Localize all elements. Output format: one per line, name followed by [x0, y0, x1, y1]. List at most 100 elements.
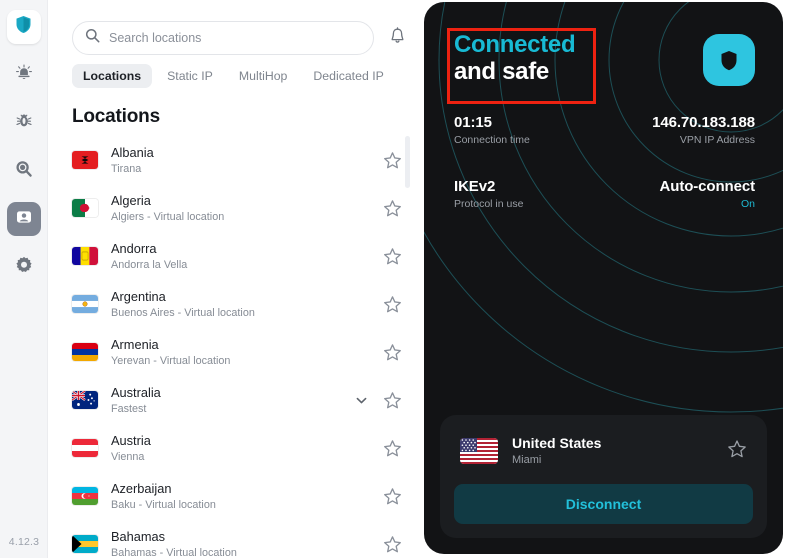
- location-row-actions: [383, 439, 402, 458]
- location-row-actions: [383, 487, 402, 506]
- metric-connection-time: 01:15 Connection time: [454, 114, 530, 146]
- bell-icon: [389, 26, 406, 50]
- star-icon[interactable]: [383, 343, 402, 362]
- location-country: Bahamas: [111, 528, 166, 544]
- current-server-text: United States Miami: [512, 435, 727, 467]
- connection-panel: Connected and safe 01:15 Connection time…: [424, 2, 783, 554]
- location-row[interactable]: Azerbaijan Baku - Virtual location: [48, 472, 424, 520]
- star-icon[interactable]: [383, 535, 402, 554]
- connection-time-value: 01:15: [454, 114, 492, 131]
- app-version: 4.12.3: [8, 536, 40, 548]
- sidebar-item-malware-scan[interactable]: [7, 106, 41, 140]
- auto-connect-label: Auto-connect: [659, 178, 756, 195]
- shield-logo-icon: [703, 34, 755, 86]
- chevron-down-icon[interactable]: [354, 393, 369, 408]
- location-row[interactable]: Albania Tirana: [48, 136, 424, 184]
- locations-panel: Locations Static IP MultiHop Dedicated I…: [48, 0, 424, 558]
- tab-multihop[interactable]: MultiHop: [228, 64, 299, 88]
- magnifier-icon: [15, 160, 33, 183]
- bell-bug-icon: [15, 63, 33, 87]
- location-row-actions: [383, 199, 402, 218]
- bug-icon: [15, 112, 33, 135]
- star-icon[interactable]: [383, 391, 402, 410]
- flag-ad: [72, 247, 98, 265]
- location-row[interactable]: Armenia Yerevan - Virtual location: [48, 328, 424, 376]
- gear-icon: [15, 256, 33, 279]
- star-icon[interactable]: [383, 439, 402, 458]
- location-country: Australia: [111, 384, 161, 400]
- star-icon[interactable]: [383, 151, 402, 170]
- sidebar-item-identity[interactable]: [6, 202, 41, 236]
- locations-list[interactable]: Albania Tirana Algeria Algiers - Virtual lo…: [48, 136, 424, 558]
- star-icon[interactable]: [727, 439, 747, 464]
- current-server-row[interactable]: United States Miami: [454, 431, 753, 471]
- location-text: Argentina Buenos Aires - Virtual location: [111, 289, 383, 320]
- location-row[interactable]: Algeria Algiers - Virtual location: [48, 184, 424, 232]
- location-country: Algeria: [111, 192, 151, 208]
- tab-dedicated-ip[interactable]: Dedicated IP: [302, 64, 394, 88]
- protocol-value: IKEv2: [454, 178, 496, 195]
- location-city: Andorra la Vella: [111, 258, 188, 271]
- search-input[interactable]: [109, 31, 361, 45]
- vpn-ip-label: VPN IP Address: [679, 134, 755, 146]
- metric-vpn-ip: 146.70.183.188 VPN IP Address: [652, 114, 755, 146]
- location-city: Bahamas - Virtual location: [111, 546, 237, 558]
- location-country: Azerbaijan: [111, 480, 172, 496]
- flag-dz: [72, 199, 98, 217]
- location-row[interactable]: Argentina Buenos Aires - Virtual location: [48, 280, 424, 328]
- search-row: [72, 21, 410, 55]
- location-row-actions: [383, 151, 402, 170]
- location-text: Azerbaijan Baku - Virtual location: [111, 481, 383, 512]
- person-card-icon: [15, 208, 33, 231]
- shield-icon: [15, 15, 32, 39]
- notifications-button[interactable]: [384, 25, 410, 51]
- location-country: Argentina: [111, 288, 166, 304]
- flag-am: [72, 343, 98, 361]
- flag-al: [72, 151, 98, 169]
- location-row-actions: [383, 247, 402, 266]
- location-city: Baku - Virtual location: [111, 498, 216, 511]
- location-row[interactable]: Bahamas Bahamas - Virtual location: [48, 520, 424, 558]
- location-text: Bahamas Bahamas - Virtual location: [111, 529, 383, 558]
- disconnect-button[interactable]: Disconnect: [454, 484, 753, 524]
- location-text: Algeria Algiers - Virtual location: [111, 193, 383, 224]
- scrollbar-thumb[interactable]: [405, 136, 410, 188]
- tab-static-ip[interactable]: Static IP: [156, 64, 224, 88]
- location-row[interactable]: Andorra Andorra la Vella: [48, 232, 424, 280]
- vpn-app-window: 4.12.3 Search locations Locations Static…: [0, 0, 787, 558]
- list-scrollbar[interactable]: [405, 136, 410, 558]
- metric-auto-connect[interactable]: Auto-connect On: [659, 178, 756, 210]
- location-city: Algiers - Virtual location: [111, 210, 225, 223]
- location-country: Armenia: [111, 336, 159, 352]
- location-row[interactable]: Australia Fastest: [48, 376, 424, 424]
- vpn-ip-value: 146.70.183.188: [652, 114, 755, 131]
- search-box[interactable]: [72, 21, 374, 55]
- page-title: Locations: [72, 106, 160, 127]
- sidebar-item-vpn[interactable]: [6, 10, 41, 44]
- metric-protocol: IKEv2 Protocol in use: [454, 178, 523, 210]
- location-city: Fastest: [111, 402, 147, 415]
- flag-au: [72, 391, 98, 409]
- star-icon[interactable]: [383, 295, 402, 314]
- location-row-actions: [383, 343, 402, 362]
- flag-ar: [72, 295, 98, 313]
- star-icon[interactable]: [383, 199, 402, 218]
- location-city: Yerevan - Virtual location: [111, 354, 231, 367]
- star-icon[interactable]: [383, 487, 402, 506]
- star-icon[interactable]: [383, 247, 402, 266]
- status-line-2: and safe: [454, 57, 549, 85]
- flag-az: [72, 487, 98, 505]
- sidebar-item-settings[interactable]: [7, 250, 41, 284]
- status-line-1: Connected: [454, 31, 576, 58]
- tab-locations[interactable]: Locations: [72, 64, 153, 88]
- location-country: Andorra: [111, 240, 157, 256]
- connection-time-label: Connection time: [454, 134, 530, 146]
- location-row-actions: [354, 391, 402, 410]
- flag-bs: [72, 535, 98, 553]
- location-text: Austria Vienna: [111, 433, 383, 464]
- flag-us: [460, 438, 498, 464]
- sidebar-item-dark-web-monitor[interactable]: [7, 154, 41, 188]
- sidebar-item-threat-protection[interactable]: [7, 58, 41, 92]
- location-text: Armenia Yerevan - Virtual location: [111, 337, 383, 368]
- location-row[interactable]: Austria Vienna: [48, 424, 424, 472]
